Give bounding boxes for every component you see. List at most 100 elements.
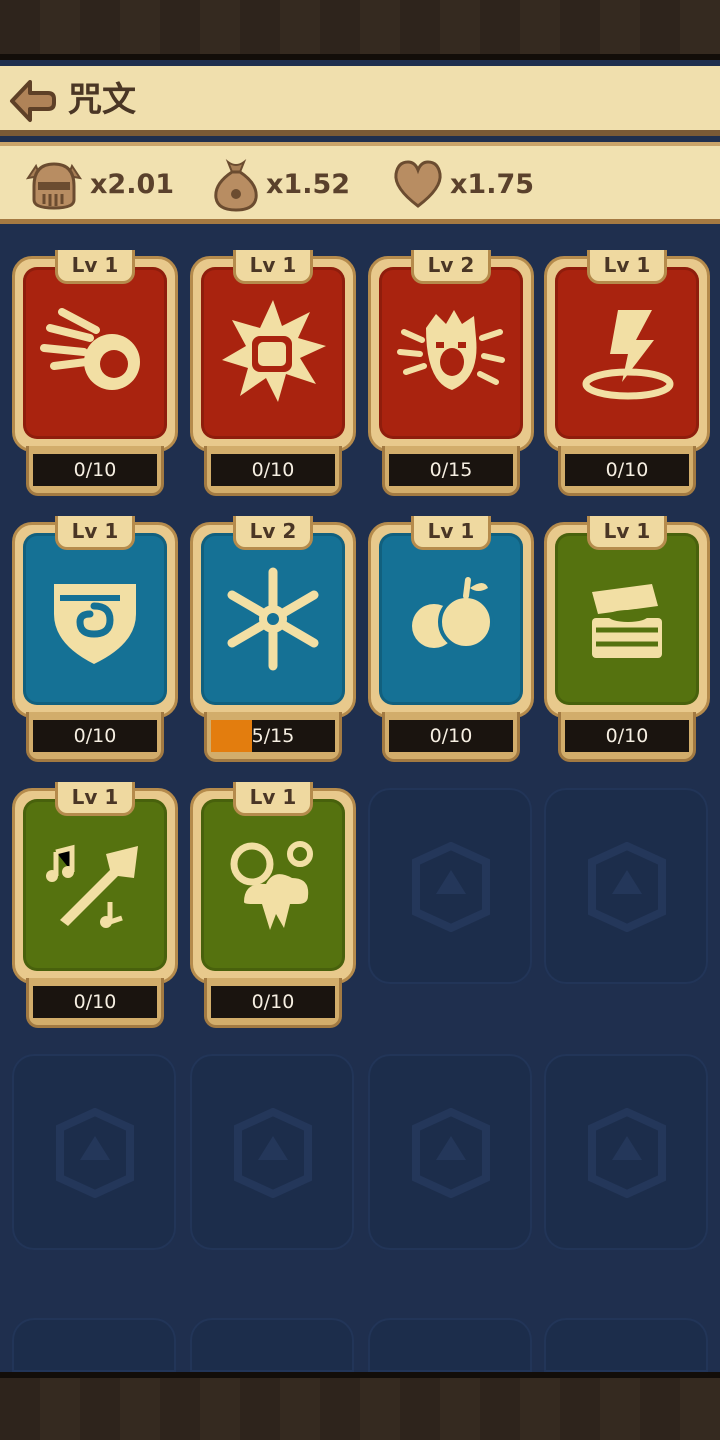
empty-spell-slot: [368, 1318, 532, 1372]
spell-card-lightning[interactable]: Lv 1 0/10: [544, 250, 710, 500]
stat-gold-value: x1.52: [266, 168, 351, 200]
card-frame: [544, 256, 710, 452]
level-label: Lv 2: [411, 250, 491, 284]
spell-card-battle-cry[interactable]: Lv 2 0/15: [368, 250, 534, 500]
card-frame: [368, 256, 534, 452]
horn-music-icon: [46, 844, 138, 928]
spell-card-horn[interactable]: Lv 1 0/10: [12, 782, 178, 1032]
progress-bar: 0/10: [211, 986, 335, 1018]
count-panel: 0/10: [26, 446, 164, 496]
fireball-icon: [40, 308, 140, 390]
locked-slot-icon: [588, 1108, 666, 1198]
back-button[interactable]: [8, 78, 56, 124]
card-inner: [23, 799, 167, 971]
fist-burst-icon: [222, 300, 326, 402]
locked-slot-icon: [412, 842, 490, 932]
empty-spell-slot: [190, 1054, 354, 1250]
level-label: Lv 1: [55, 516, 135, 550]
count-panel: 0/10: [204, 978, 342, 1028]
empty-spell-slot: [368, 1054, 532, 1250]
heart-icon: [394, 160, 442, 208]
title-bar: 咒文: [0, 66, 720, 136]
spell-card-snowflake[interactable]: Lv 2 5/15: [190, 516, 356, 766]
progress-bar: 0/10: [565, 720, 689, 752]
count-text: 0/10: [73, 991, 117, 1013]
stats-bar: x2.01 x1.52 x1.75: [0, 142, 720, 224]
progress-bar: 0/10: [33, 720, 157, 752]
spell-card-apples[interactable]: Lv 1 0/10: [368, 516, 534, 766]
count-text: 5/15: [251, 725, 295, 747]
card-frame: [544, 522, 710, 718]
card-frame: [190, 522, 356, 718]
progress-bar: 0/10: [33, 454, 157, 486]
progress-bar: 0/10: [565, 454, 689, 486]
stat-health-value: x1.75: [450, 168, 535, 200]
level-label: Lv 1: [587, 516, 667, 550]
apples-icon: [412, 577, 494, 650]
count-panel: 5/15: [204, 712, 342, 762]
empty-spell-slot: [368, 788, 532, 984]
progress-bar: 0/10: [211, 454, 335, 486]
spell-card-weather[interactable]: Lv 1 0/10: [190, 782, 356, 1032]
money-bag-icon: [214, 159, 258, 212]
lightning-strike-icon: [582, 310, 674, 400]
count-panel: 0/10: [558, 712, 696, 762]
count-text: 0/10: [73, 725, 117, 747]
empty-spell-slot: [544, 1054, 708, 1250]
count-text: 0/10: [605, 725, 649, 747]
count-text: 0/10: [429, 725, 473, 747]
bottom-border: [0, 1372, 720, 1440]
level-label: Lv 1: [411, 516, 491, 550]
whirlwind-shield-icon: [54, 584, 136, 664]
treasure-chest-icon: [592, 584, 662, 658]
count-text: 0/10: [73, 459, 117, 481]
count-text: 0/10: [251, 991, 295, 1013]
card-inner: [201, 267, 345, 439]
empty-spell-slot: [12, 1054, 176, 1250]
spell-card-whirlwind[interactable]: Lv 1 0/10: [12, 516, 178, 766]
card-inner: [23, 533, 167, 705]
count-text: 0/15: [429, 459, 473, 481]
count-panel: 0/15: [382, 446, 520, 496]
count-panel: 0/10: [26, 978, 164, 1028]
knight-helmet-icon: [25, 162, 83, 210]
stat-health: x1.75: [390, 156, 534, 212]
locked-slot-icon: [412, 1108, 490, 1198]
count-panel: 0/10: [26, 712, 164, 762]
level-label: Lv 1: [233, 250, 313, 284]
level-label: Lv 2: [233, 516, 313, 550]
stat-attack: x2.01: [22, 156, 174, 212]
card-frame: [12, 788, 178, 984]
card-inner: [23, 267, 167, 439]
card-inner: [201, 533, 345, 705]
progress-bar: 0/10: [389, 720, 513, 752]
empty-spell-slot: [544, 1318, 708, 1372]
empty-spell-slot: [12, 1318, 176, 1372]
level-label: Lv 1: [55, 782, 135, 816]
locked-slot-icon: [234, 1108, 312, 1198]
empty-spell-slot: [544, 788, 708, 984]
battle-cry-icon: [397, 310, 505, 390]
stat-attack-value: x2.01: [90, 168, 175, 200]
count-text: 0/10: [251, 459, 295, 481]
count-panel: 0/10: [382, 712, 520, 762]
card-inner: [555, 267, 699, 439]
locked-slot-icon: [56, 1108, 134, 1198]
count-panel: 0/10: [558, 446, 696, 496]
spell-card-fist[interactable]: Lv 1 0/10: [190, 250, 356, 500]
progress-bar: 5/15: [211, 720, 335, 752]
spell-card-fireball[interactable]: Lv 1 0/10: [12, 250, 178, 500]
top-border: [0, 0, 720, 60]
spell-card-treasure[interactable]: Lv 1 0/10: [544, 516, 710, 766]
card-frame: [12, 256, 178, 452]
stat-gold: x1.52: [210, 156, 350, 212]
empty-spell-slot: [190, 1318, 354, 1372]
count-text: 0/10: [605, 459, 649, 481]
card-frame: [190, 256, 356, 452]
level-label: Lv 1: [233, 782, 313, 816]
count-panel: 0/10: [204, 446, 342, 496]
page-title: 咒文: [68, 80, 136, 120]
card-frame: [12, 522, 178, 718]
back-arrow-icon: [10, 80, 56, 122]
card-inner: [555, 533, 699, 705]
